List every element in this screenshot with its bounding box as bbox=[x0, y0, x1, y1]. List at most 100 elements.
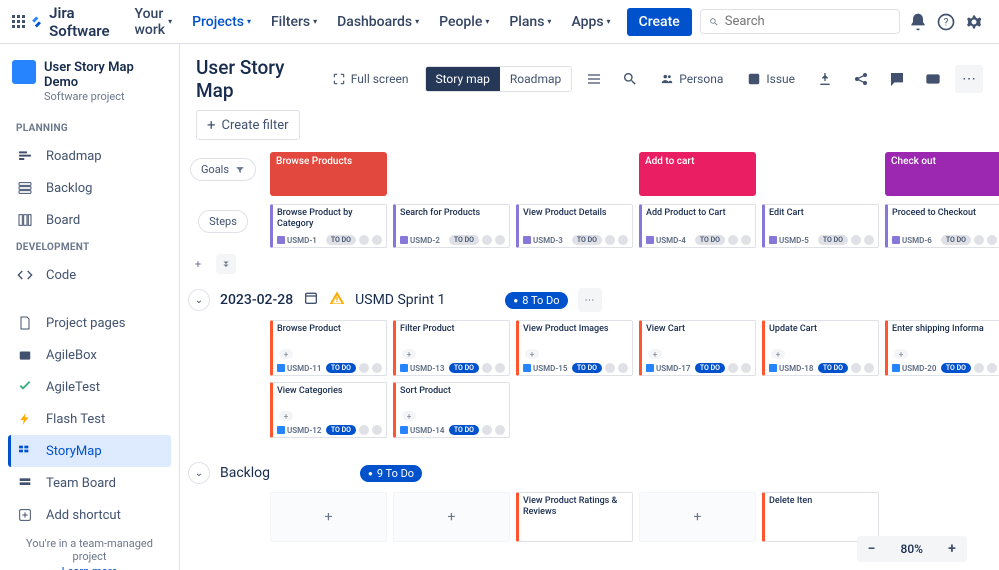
svg-text:?: ? bbox=[943, 17, 948, 28]
nav-dashboards[interactable]: Dashboards▾ bbox=[329, 10, 427, 34]
nav-apps[interactable]: Apps▾ bbox=[563, 10, 618, 34]
sidebar-item-storymap[interactable]: StoryMap bbox=[8, 435, 171, 467]
sidebar-item-roadmap[interactable]: Roadmap bbox=[8, 140, 171, 172]
feedback-icon[interactable] bbox=[883, 65, 911, 93]
team-board-icon bbox=[16, 474, 34, 492]
storymap-icon bbox=[16, 442, 34, 460]
zoom-value: 80% bbox=[887, 542, 937, 556]
sprint-name: USMD Sprint 1 bbox=[355, 292, 445, 308]
sprint-count: 8 To Do bbox=[505, 292, 567, 309]
empty-add-card[interactable]: + bbox=[639, 492, 756, 542]
empty-add-card[interactable]: + bbox=[270, 492, 387, 542]
story-card[interactable]: Filter Product + USMD-13TO DO bbox=[393, 320, 510, 376]
story-card[interactable]: Enter shipping Informa + USMD-20TO DO bbox=[885, 320, 999, 376]
project-title: User Story Map Demo bbox=[44, 60, 167, 90]
card-icon[interactable] bbox=[919, 65, 947, 93]
story-card[interactable]: View Cart + USMD-17TO DO bbox=[639, 320, 756, 376]
sidebar-item-add-shortcut[interactable]: Add shortcut bbox=[8, 499, 171, 531]
roadmap-tab[interactable]: Roadmap bbox=[500, 67, 571, 91]
learn-more-link[interactable]: Learn more bbox=[14, 565, 165, 570]
group-dev: DEVELOPMENT bbox=[8, 236, 171, 259]
sidebar-item-flash-test[interactable]: Flash Test bbox=[8, 403, 171, 435]
content: User Story Map Full screen Story map Roa… bbox=[180, 44, 999, 570]
search-input[interactable] bbox=[725, 14, 891, 29]
story-card[interactable]: Sort Product + USMD-14TO DO bbox=[393, 382, 510, 438]
calendar-icon[interactable] bbox=[303, 290, 319, 310]
collapse-icon[interactable] bbox=[216, 254, 236, 274]
goal-card[interactable]: Check out bbox=[885, 152, 999, 196]
view-toggle: Story map Roadmap bbox=[425, 66, 573, 92]
add-row-icon[interactable]: + bbox=[188, 254, 208, 274]
search-icon[interactable] bbox=[616, 65, 644, 93]
persona-button[interactable]: Persona bbox=[652, 67, 731, 91]
nav-projects[interactable]: Projects▾ bbox=[184, 10, 259, 34]
steps-label: Steps bbox=[198, 210, 248, 233]
apps-menu-icon[interactable] bbox=[12, 10, 26, 34]
goal-card[interactable]: Add to cart bbox=[639, 152, 756, 196]
help-icon[interactable]: ? bbox=[936, 8, 956, 36]
export-icon[interactable] bbox=[811, 65, 839, 93]
sidebar-item-agiletest[interactable]: AgileTest bbox=[8, 371, 171, 403]
backlog-count: 9 To Do bbox=[360, 465, 422, 482]
story-card[interactable]: View Product Ratings & Reviews bbox=[516, 492, 633, 542]
story-card[interactable]: Browse Product + USMD-11TO DO bbox=[270, 320, 387, 376]
story-map-tab[interactable]: Story map bbox=[426, 67, 500, 91]
story-card[interactable]: Delete Iten bbox=[762, 492, 879, 542]
backlog-collapse[interactable]: ⌄ bbox=[188, 462, 210, 484]
jira-logo[interactable]: Jira Software bbox=[30, 4, 114, 40]
step-card[interactable]: Edit Cart USMD-5TO DO bbox=[762, 204, 879, 248]
story-card[interactable]: View Product Images + USMD-15TO DO bbox=[516, 320, 633, 376]
page-icon bbox=[16, 314, 34, 332]
story-map-board: Goals Browse Products Add to cart Check ou… bbox=[180, 148, 999, 542]
issue-button[interactable]: Issue bbox=[739, 67, 803, 91]
goals-label: Goals bbox=[190, 158, 256, 181]
step-card[interactable]: Search for Products USMD-2TO DO bbox=[393, 204, 510, 248]
agiletest-icon bbox=[16, 378, 34, 396]
filter-icon[interactable] bbox=[235, 165, 245, 175]
filter-icon-2[interactable] bbox=[244, 254, 264, 274]
page-title: User Story Map bbox=[196, 56, 316, 102]
fullscreen-button[interactable]: Full screen bbox=[324, 67, 417, 91]
nav-your-work[interactable]: Your work▾ bbox=[126, 2, 180, 42]
settings-icon[interactable] bbox=[964, 8, 984, 36]
notifications-icon[interactable] bbox=[908, 8, 928, 36]
sprint-date: 2023-02-28 bbox=[220, 292, 293, 308]
project-icon bbox=[12, 60, 36, 84]
zoom-control: − 80% + bbox=[857, 536, 967, 562]
nav-people[interactable]: People▾ bbox=[431, 10, 497, 34]
sidebar-footer: You're in a team-managed project Learn m… bbox=[8, 531, 171, 570]
sidebar-item-agilebox[interactable]: AgileBox bbox=[8, 339, 171, 371]
step-card[interactable]: Add Product to Cart USMD-4TO DO bbox=[639, 204, 756, 248]
create-filter-button[interactable]: +Create filter bbox=[196, 110, 300, 140]
roadmap-icon bbox=[16, 147, 34, 165]
nav-filters[interactable]: Filters▾ bbox=[263, 10, 325, 34]
flash-icon bbox=[16, 410, 34, 428]
search-box[interactable] bbox=[700, 9, 900, 34]
sidebar-item-board[interactable]: Board bbox=[8, 204, 171, 236]
project-header[interactable]: User Story Map Demo Software project bbox=[8, 60, 171, 117]
backlog-icon bbox=[16, 179, 34, 197]
zoom-out[interactable]: − bbox=[857, 536, 887, 562]
story-card[interactable]: View Categories + USMD-12TO DO bbox=[270, 382, 387, 438]
project-subtitle: Software project bbox=[44, 90, 167, 103]
sidebar-item-code[interactable]: Code bbox=[8, 259, 171, 291]
more-icon[interactable]: ⋯ bbox=[955, 65, 983, 93]
sprint-collapse[interactable]: ⌄ bbox=[188, 289, 210, 311]
backlog-label: Backlog bbox=[220, 465, 270, 481]
agilebox-icon bbox=[16, 346, 34, 364]
step-card[interactable]: Proceed to Checkout USMD-6TO DO bbox=[885, 204, 999, 248]
empty-add-card[interactable]: + bbox=[393, 492, 510, 542]
sprint-menu[interactable]: ⋯ bbox=[578, 288, 602, 312]
zoom-in[interactable]: + bbox=[937, 536, 967, 562]
list-view-icon[interactable] bbox=[580, 65, 608, 93]
nav-plans[interactable]: Plans▾ bbox=[501, 10, 559, 34]
share-icon[interactable] bbox=[847, 65, 875, 93]
story-card[interactable]: Update Cart + USMD-18TO DO bbox=[762, 320, 879, 376]
goal-card[interactable]: Browse Products bbox=[270, 152, 387, 196]
sidebar-item-team-board[interactable]: Team Board bbox=[8, 467, 171, 499]
step-card[interactable]: View Product Details USMD-3TO DO bbox=[516, 204, 633, 248]
sidebar-item-project-pages[interactable]: Project pages bbox=[8, 307, 171, 339]
step-card[interactable]: Browse Product by Category USMD-1TO DO bbox=[270, 204, 387, 248]
create-button[interactable]: Create bbox=[627, 8, 692, 36]
sidebar-item-backlog[interactable]: Backlog bbox=[8, 172, 171, 204]
